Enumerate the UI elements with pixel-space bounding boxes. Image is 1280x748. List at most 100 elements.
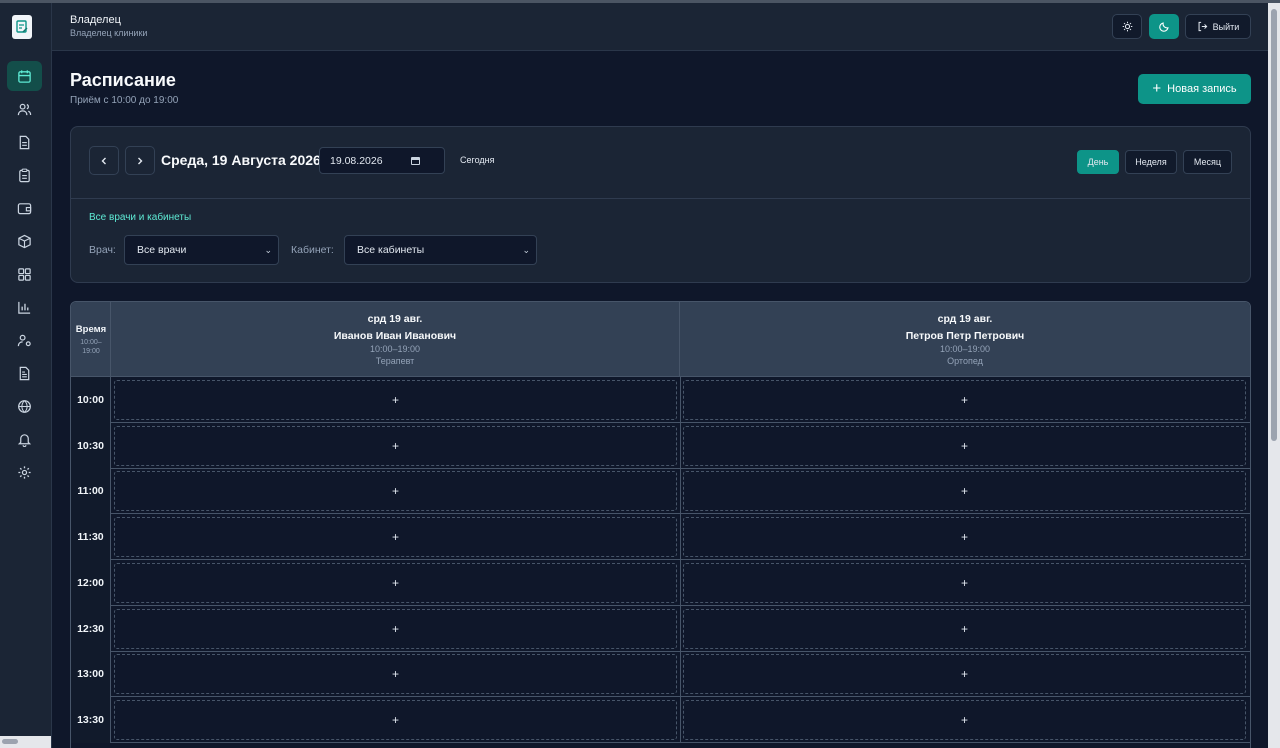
sidebar-item-clipboard[interactable] xyxy=(7,160,42,190)
time-range-start: 10:00– xyxy=(80,339,102,346)
column-separator xyxy=(680,468,681,515)
page-title: Расписание xyxy=(70,70,176,90)
doctor-hours: 10:00–19:00 xyxy=(369,344,421,354)
schedule-grid: Время 10:00– 19:00 срд 19 авг. Иванов Ив… xyxy=(70,301,1251,748)
sidebar-item-dashboard[interactable] xyxy=(7,259,42,289)
time-slot-row: 10:30 + + xyxy=(71,422,1250,469)
bar-chart-icon xyxy=(18,301,31,314)
sidebar-item-reports[interactable] xyxy=(7,358,42,388)
sidebar-item-settings[interactable] xyxy=(7,457,42,487)
date-input-value: 19.08.2026 xyxy=(330,154,383,167)
add-appointment-slot[interactable]: + xyxy=(683,380,1246,420)
sidebar-item-notifications[interactable] xyxy=(7,424,42,454)
add-appointment-slot[interactable]: + xyxy=(114,517,677,558)
date-input[interactable]: 19.08.2026 xyxy=(319,147,445,174)
schedule-header-row: Время 10:00– 19:00 срд 19 авг. Иванов Ив… xyxy=(71,302,1250,377)
previous-day-button[interactable] xyxy=(89,146,119,175)
column-separator xyxy=(680,559,681,606)
logout-button[interactable]: Выйти xyxy=(1185,14,1251,39)
time-slot-row: 12:30 + + xyxy=(71,605,1250,652)
plus-icon: + xyxy=(391,575,399,590)
add-appointment-slot[interactable]: + xyxy=(683,608,1246,649)
sidebar-item-website[interactable] xyxy=(7,391,42,421)
time-slot-row: 13:00 + + xyxy=(71,651,1250,698)
all-doctors-rooms-link[interactable]: Все врачи и кабинеты xyxy=(89,212,191,223)
document-icon xyxy=(19,135,30,149)
view-month-button[interactable]: Месяц xyxy=(1183,150,1232,174)
sidebar-item-patients[interactable] xyxy=(7,94,42,124)
plus-icon: + xyxy=(391,484,399,499)
light-theme-button[interactable] xyxy=(1112,14,1142,39)
box-icon xyxy=(18,234,31,248)
bell-icon xyxy=(17,433,32,447)
doctor-column-header: срд 19 авг. Петров Петр Петрович 10:00–1… xyxy=(680,302,1250,377)
next-day-button[interactable] xyxy=(125,146,155,175)
add-appointment-slot[interactable]: + xyxy=(114,699,677,740)
time-slot-row: 12:00 + + xyxy=(71,559,1250,606)
schedule-controls-panel: Среда, 19 Августа 2026 19.08.2026 Сегодн… xyxy=(70,126,1251,283)
add-appointment-slot[interactable]: + xyxy=(683,699,1246,740)
chevron-left-icon xyxy=(101,157,106,164)
view-day-button[interactable]: День xyxy=(1077,150,1119,174)
new-appointment-label: Новая запись xyxy=(1167,83,1237,95)
time-header-range: 10:00– 19:00 xyxy=(71,338,111,356)
doctor-select[interactable]: Все врачи ⌄ xyxy=(124,235,279,265)
doctor-specialty: Терапевт xyxy=(375,356,415,366)
add-appointment-slot[interactable]: + xyxy=(114,562,677,603)
room-select[interactable]: Все кабинеты ⌄ xyxy=(344,235,537,265)
add-appointment-slot[interactable]: + xyxy=(683,425,1246,466)
sidebar-item-staff[interactable] xyxy=(7,325,42,355)
panel-divider xyxy=(71,198,1250,199)
user-role-title: Владелец xyxy=(70,14,121,26)
add-appointment-slot[interactable]: + xyxy=(114,380,677,420)
plus-icon: + xyxy=(1152,80,1162,97)
column-separator xyxy=(680,422,681,469)
add-appointment-slot[interactable]: + xyxy=(114,654,677,695)
sidebar-horizontal-scrollbar[interactable] xyxy=(0,736,51,748)
add-appointment-slot[interactable]: + xyxy=(114,471,677,512)
plus-icon: + xyxy=(960,621,968,636)
current-date-title: Среда, 19 Августа 2026 xyxy=(161,152,321,168)
time-slot-row: 11:00 + + xyxy=(71,468,1250,515)
time-slot-row: 13:30 + + xyxy=(71,696,1250,743)
calendar-picker-icon[interactable] xyxy=(411,157,420,165)
users-icon xyxy=(17,103,32,115)
plus-icon: + xyxy=(391,438,399,453)
plus-icon: + xyxy=(391,530,399,545)
page-vertical-scrollbar[interactable] xyxy=(1268,3,1280,748)
plus-icon: + xyxy=(391,712,399,727)
column-separator xyxy=(680,605,681,652)
add-appointment-slot[interactable]: + xyxy=(683,471,1246,512)
add-appointment-slot[interactable]: + xyxy=(114,608,677,649)
doctor-select-value: Все врачи xyxy=(137,244,187,256)
add-appointment-slot[interactable]: + xyxy=(114,425,677,466)
doctor-hours: 10:00–19:00 xyxy=(939,344,991,354)
sidebar-item-wallet[interactable] xyxy=(7,193,42,223)
moon-icon xyxy=(1158,22,1169,32)
time-slot-label: 10:30 xyxy=(71,422,111,469)
page-subtitle: Приём с 10:00 до 19:00 xyxy=(70,95,179,106)
sidebar-item-inventory[interactable] xyxy=(7,226,42,256)
plus-icon: + xyxy=(391,667,399,682)
sidebar-item-calendar[interactable] xyxy=(7,61,42,91)
dark-theme-button[interactable] xyxy=(1149,14,1179,39)
add-appointment-slot[interactable]: + xyxy=(683,654,1246,695)
app-logo-icon[interactable] xyxy=(12,15,32,39)
chevron-down-icon: ⌄ xyxy=(522,245,530,255)
view-week-button[interactable]: Неделя xyxy=(1125,150,1177,174)
time-slot-label: 13:00 xyxy=(71,651,111,698)
column-separator xyxy=(680,696,681,743)
time-slot-label: 10:00 xyxy=(71,377,111,423)
user-role-subtitle: Владелец клиники xyxy=(70,28,148,38)
today-button[interactable]: Сегодня xyxy=(460,155,495,165)
time-slot-label: 13:30 xyxy=(71,696,111,743)
add-appointment-slot[interactable]: + xyxy=(683,562,1246,603)
sidebar-item-analytics[interactable] xyxy=(7,292,42,322)
sidebar-item-documents[interactable] xyxy=(7,127,42,157)
wallet-icon xyxy=(17,202,32,214)
time-slot-label: 11:30 xyxy=(71,514,111,561)
doctor-column-date: срд 19 авг. xyxy=(937,313,993,325)
add-appointment-slot[interactable]: + xyxy=(683,517,1246,558)
time-slot-row: 11:30 + + xyxy=(71,514,1250,561)
new-appointment-button[interactable]: + Новая запись xyxy=(1138,74,1251,104)
